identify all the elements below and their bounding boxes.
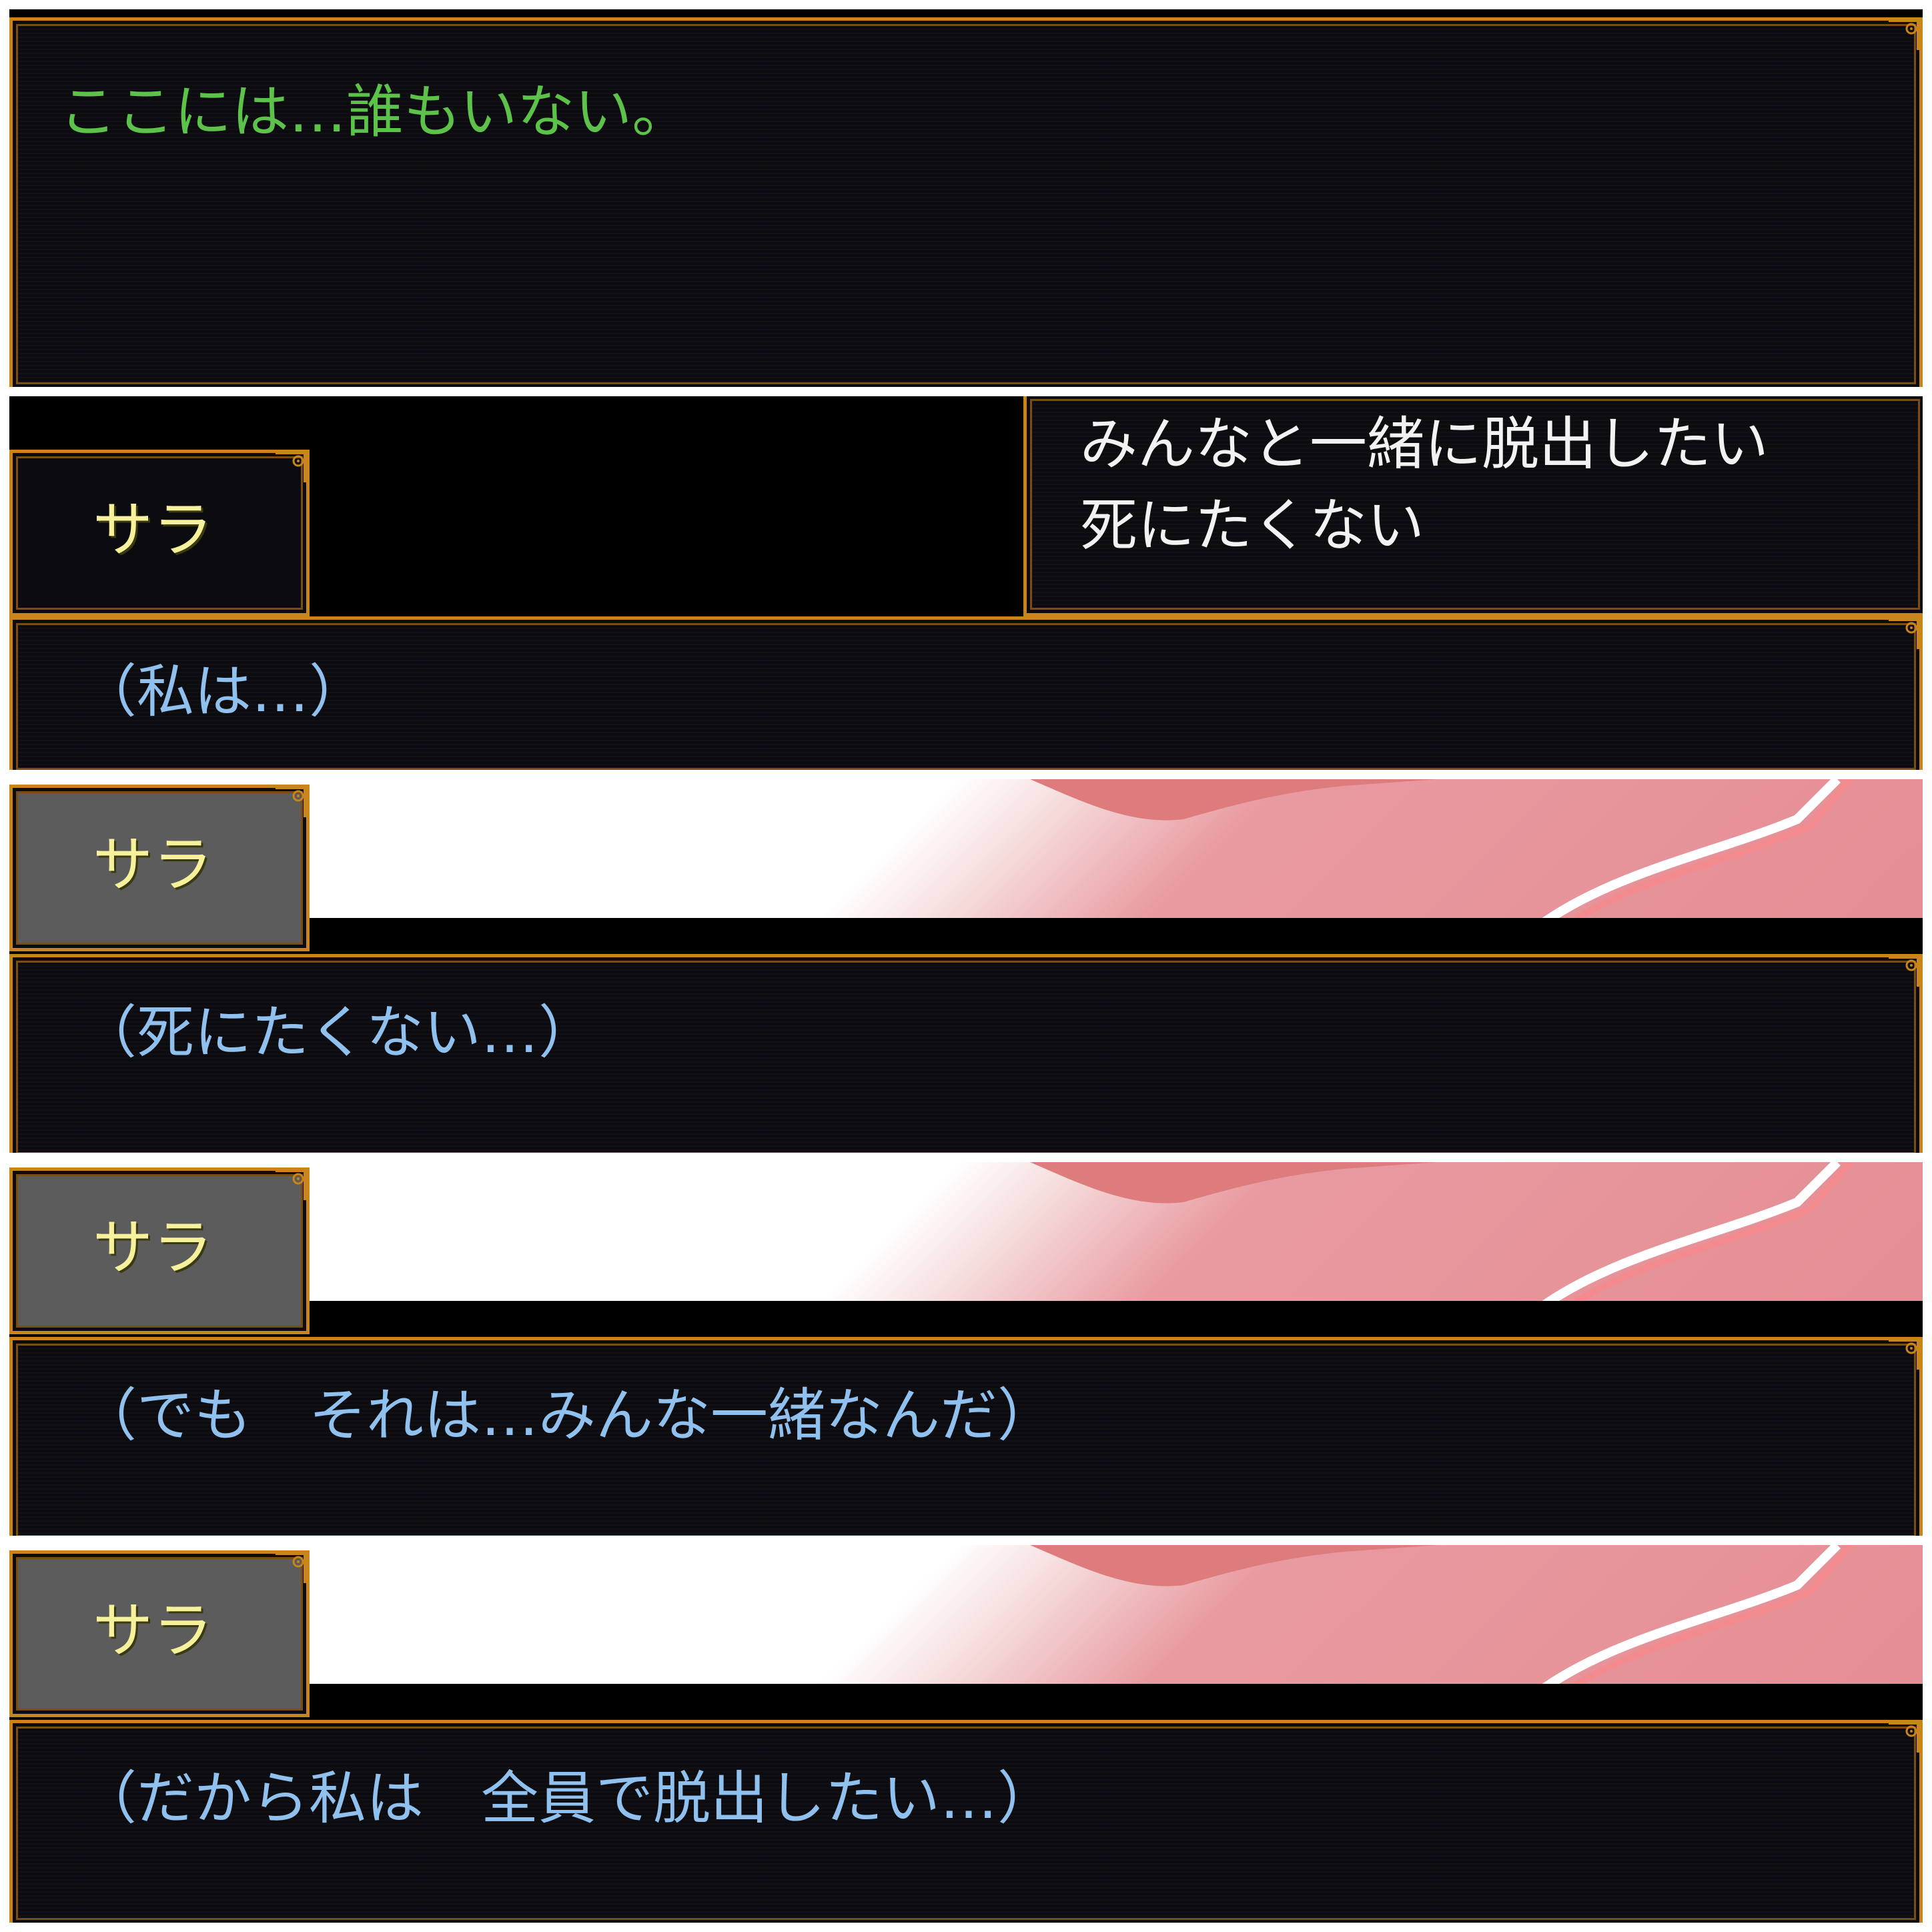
panel-narration: ここには…誰もいない。 bbox=[9, 9, 1923, 387]
frame-corner-ornament-icon bbox=[276, 1169, 306, 1200]
speaker-name: サラ bbox=[93, 1596, 213, 1666]
narration-window[interactable]: ここには…誰もいない。 bbox=[9, 17, 1923, 387]
panel-dialogue-2: サラ （でも それは…みんな一緒なんだ） bbox=[9, 1162, 1923, 1536]
dialogue-text: （だから私は 全員で脱出したい…） bbox=[79, 1765, 1055, 1832]
dialogue-window[interactable]: （私は…） bbox=[9, 616, 1923, 770]
choice-window: みんなと一緒に脱出したい 死にたくない bbox=[1023, 396, 1923, 616]
speaker-name: サラ bbox=[93, 1213, 213, 1283]
panel-choice: サラ みんなと一緒に脱出したい 死にたくない （私は…） bbox=[9, 396, 1923, 770]
dialogue-text: （死にたくない…） bbox=[79, 999, 596, 1066]
frame-corner-ornament-icon bbox=[1889, 19, 1919, 50]
dialogue-window[interactable]: （だから私は 全員で脱出したい…） bbox=[9, 1720, 1923, 1923]
frame-corner-ornament-icon bbox=[1889, 956, 1919, 987]
speaker-name-box: サラ bbox=[9, 1550, 310, 1717]
frame-corner-ornament-icon bbox=[1889, 1722, 1919, 1753]
frame-corner-ornament-icon bbox=[1889, 1339, 1919, 1370]
dialogue-window[interactable]: （死にたくない…） bbox=[9, 954, 1923, 1153]
choice-option-2[interactable]: 死にたくない bbox=[1080, 490, 1424, 562]
panel-dialogue-3: サラ （だから私は 全員で脱出したい…） bbox=[9, 1545, 1923, 1923]
frame-corner-ornament-icon bbox=[276, 452, 306, 482]
speaker-name: サラ bbox=[93, 830, 213, 900]
dialogue-text: （私は…） bbox=[79, 658, 366, 725]
choice-option-1[interactable]: みんなと一緒に脱出したい bbox=[1080, 409, 1769, 481]
frame-corner-ornament-icon bbox=[276, 787, 306, 817]
speaker-name-box: サラ bbox=[9, 450, 310, 616]
dialogue-text: （でも それは…みんな一緒なんだ） bbox=[79, 1382, 1055, 1449]
dialogue-window[interactable]: （でも それは…みんな一緒なんだ） bbox=[9, 1337, 1923, 1536]
frame-corner-ornament-icon bbox=[1889, 618, 1919, 649]
frame-corner-ornament-icon bbox=[276, 1552, 306, 1583]
narration-text: ここには…誰もいない。 bbox=[59, 79, 690, 145]
panel-dialogue-1: サラ （死にたくない…） bbox=[9, 779, 1923, 1153]
speaker-name-box: サラ bbox=[9, 785, 310, 951]
speaker-name-box: サラ bbox=[9, 1167, 310, 1334]
speaker-name: サラ bbox=[93, 495, 213, 565]
